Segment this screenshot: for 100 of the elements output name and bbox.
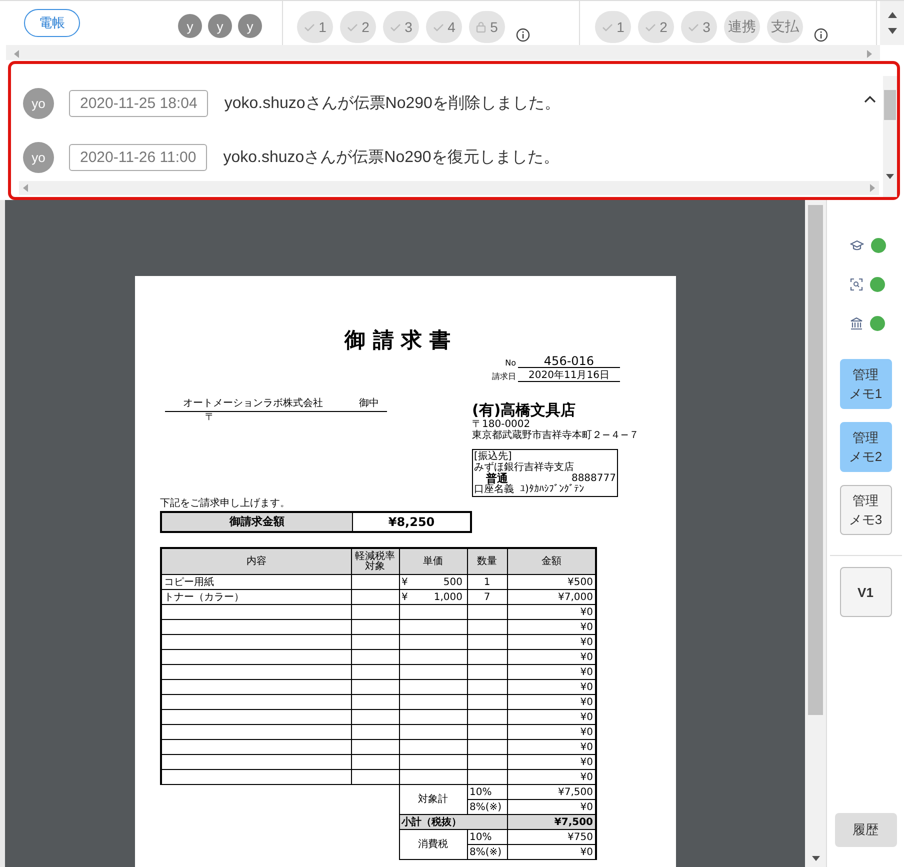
bank-icon[interactable] — [850, 317, 863, 330]
table-cell: ¥0 — [507, 604, 596, 620]
user-avatar: yo — [23, 142, 54, 172]
table-cell: ¥0 — [507, 620, 596, 634]
table-cell: ¥7,500 — [507, 784, 596, 800]
check-icon — [688, 22, 699, 32]
total-amount: ¥8,250 — [387, 514, 436, 531]
table-cell: ¥0 — [507, 664, 596, 680]
check-icon — [644, 22, 656, 32]
invoice-date: 2020年11月16日 — [518, 370, 620, 382]
issuer-address: 東京都武蔵野市吉祥寺本町２−４−７ — [472, 430, 639, 441]
invoice-title: 御 請 求 書 — [343, 328, 452, 352]
table-cell: ¥0 — [507, 754, 596, 770]
scroll-down-arrow-icon[interactable] — [886, 174, 894, 179]
step-badge: 2 — [638, 11, 674, 43]
memo-button[interactable]: 管理メモ1 — [840, 359, 892, 409]
bank-branch: みずほ銀行吉祥寺支店 — [474, 462, 575, 473]
table-cell: ¥0 — [507, 694, 596, 710]
bank-label: [振込先] — [474, 451, 513, 462]
table-cell: ¥0 — [507, 650, 596, 664]
memo-button[interactable]: 管理メモ3 — [840, 485, 892, 535]
account-number: 8888777 — [571, 473, 616, 484]
timestamp-badge: 2020-11-26 11:00 — [69, 144, 208, 170]
total-label: 御請求金額 — [162, 513, 353, 531]
scroll-down-arrow-icon[interactable] — [812, 856, 820, 861]
table-cell: 1 — [467, 574, 507, 590]
step-badge: 5 — [469, 11, 505, 43]
step-badge: 1 — [595, 11, 631, 43]
scroll-down-arrow-icon[interactable] — [888, 28, 896, 34]
table-cell-text: ¥ 1,000 — [402, 590, 464, 604]
table-cell: 8%(※) — [467, 844, 507, 860]
column-header: 数量 — [467, 548, 507, 574]
table-cell: 10% — [467, 830, 507, 844]
log-message: yoko.shuzoさんが伝票No290を削除しました。 — [224, 94, 560, 114]
e-ledger-button[interactable]: 電帳 — [24, 9, 80, 37]
table-cell: ¥7,500 — [507, 814, 596, 830]
scrollbar[interactable] — [880, 1, 904, 45]
graduation-cap-icon[interactable] — [850, 240, 864, 252]
check-icon — [304, 22, 315, 32]
field-label: No — [504, 359, 516, 368]
intro-text: 下記をご請求申し上げます。 — [160, 498, 291, 509]
table-cell: ¥0 — [507, 680, 596, 694]
honorific: 御中 — [359, 398, 379, 410]
step-badge: 4 — [426, 11, 462, 43]
table-cell: ¥0 — [507, 710, 596, 724]
check-icon — [390, 22, 401, 32]
timestamp-badge: 2020-11-25 18:04 — [69, 90, 208, 116]
check-icon — [432, 22, 444, 32]
table-cell: ¥0 — [507, 724, 596, 740]
step-badge: 3 — [383, 11, 419, 43]
table-cell: コピー用紙 — [161, 574, 351, 590]
user-avatar: y — [208, 14, 232, 38]
collapse-caret-icon[interactable] — [864, 95, 876, 103]
check-icon — [346, 22, 358, 32]
step-badge: 1 — [297, 11, 333, 43]
column-header: 内容 — [161, 548, 351, 574]
memo-button[interactable]: 管理メモ2 — [840, 422, 892, 472]
step-badge: 連携 — [724, 11, 760, 43]
table-cell: ¥750 — [507, 830, 596, 844]
user-avatar: y — [178, 14, 202, 38]
scrollbar[interactable] — [883, 76, 897, 197]
step-badge: 支払 — [767, 11, 803, 43]
field-label: 請求日 — [491, 371, 516, 382]
version-button[interactable]: V1 — [840, 567, 892, 617]
holder-label: 口座名義 — [474, 484, 514, 495]
recipient-postal: 〒 — [204, 412, 216, 424]
user-avatar: yo — [23, 88, 54, 118]
table-cell: 消費税 — [399, 830, 467, 860]
info-icon[interactable] — [516, 28, 530, 42]
table-cell: ¥0 — [507, 740, 596, 754]
table-cell: 10% — [467, 784, 507, 800]
step-badge: 3 — [681, 11, 717, 43]
table-cell: ¥0 — [507, 634, 596, 650]
scroll-up-arrow-icon[interactable] — [888, 12, 896, 18]
account-holder: ﾕ)ﾀｶﾊｼﾌﾞﾝｸﾞﾃﾝ — [520, 484, 584, 495]
table-cell: ¥0 — [507, 770, 596, 784]
scrollbar[interactable] — [805, 200, 826, 867]
table-cell: ¥0 — [507, 844, 596, 860]
column-header: 単価 — [399, 548, 467, 574]
log-message: yoko.shuzoさんが伝票No290を復元しました。 — [223, 148, 560, 168]
scan-icon[interactable] — [850, 278, 863, 291]
scroll-thumb[interactable] — [808, 205, 823, 715]
table-cell-text: ¥ 500 — [402, 576, 464, 588]
column-header: 軽減税率対象 — [351, 548, 399, 574]
table-cell: ¥7,000 — [507, 590, 596, 604]
table-cell: 7 — [467, 590, 507, 604]
info-icon[interactable] — [814, 28, 828, 42]
table-cell: トナー（カラー） — [161, 590, 351, 604]
account-type: 普通 — [486, 473, 508, 484]
table-cell: 小計（税抜） — [399, 814, 507, 830]
check-icon — [602, 22, 613, 32]
lock-icon — [476, 21, 486, 33]
column-header: 金額 — [507, 548, 596, 574]
scroll-thumb[interactable] — [884, 90, 896, 120]
recipient-name: オートメーションラボ株式会社 — [183, 398, 323, 410]
user-avatar: y — [238, 14, 262, 38]
issuer-postal: 〒180-0002 — [472, 419, 532, 430]
step-badge: 2 — [340, 11, 376, 43]
table-cell: ¥500 — [507, 574, 596, 590]
history-button[interactable]: 履歴 — [834, 813, 896, 847]
